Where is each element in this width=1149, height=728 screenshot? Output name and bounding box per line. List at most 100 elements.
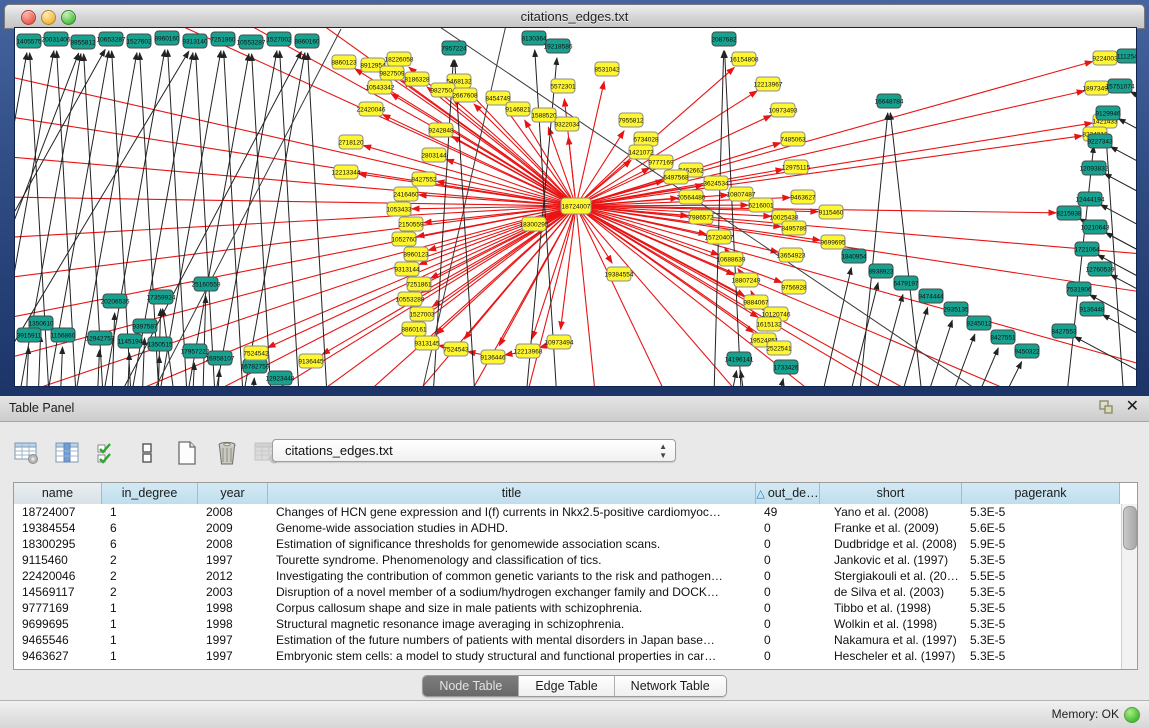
graph-node-label: 8427551 xyxy=(990,334,1016,341)
graph-node-label: 1112547 xyxy=(1117,53,1136,60)
column-header-name[interactable]: name xyxy=(14,483,102,504)
table-cell: 1998 xyxy=(198,616,268,632)
table-row[interactable]: 1830029562008Estimation of significance … xyxy=(14,536,1122,552)
table-row[interactable]: 1938455462009Genome-wide association stu… xyxy=(14,520,1122,536)
graph-node-label: 6216001 xyxy=(748,202,774,209)
graph-edge xyxy=(251,378,254,386)
tab-node-table[interactable]: Node Table xyxy=(423,676,519,696)
graph-node-label: 3624534 xyxy=(703,180,729,187)
select-rows-button[interactable] xyxy=(94,440,120,466)
graph-node-label: 12213968 xyxy=(514,348,543,355)
graph-node-label: 9463627 xyxy=(790,194,816,201)
graph-node-label: 8495789 xyxy=(781,225,807,232)
node-table: namein_degreeyeartitle△out_de…shortpager… xyxy=(13,482,1138,670)
network-window-frame: citations_edges.txt 18724007886012389129… xyxy=(0,0,1149,396)
table-row[interactable]: 2242004622012Investigating the contribut… xyxy=(14,568,1122,584)
graph-node-label: 17957222 xyxy=(181,348,210,355)
select-columns-button[interactable] xyxy=(54,440,80,466)
table-cell: 5.3E-5 xyxy=(962,632,1120,648)
graph-node-label: 9777169 xyxy=(648,159,674,166)
table-cell: 2008 xyxy=(198,504,268,520)
vertical-scrollbar[interactable] xyxy=(1121,504,1137,669)
graph-node-label: 1145194 xyxy=(118,338,143,345)
graph-node-label: 9699695 xyxy=(820,239,846,246)
scrollbar-thumb[interactable] xyxy=(1123,506,1137,550)
graph-node-label: 7251860 xyxy=(210,36,236,43)
graph-node-label: 7251861 xyxy=(406,281,432,288)
graph-node-label: 7957224 xyxy=(441,45,467,52)
table-row[interactable]: 1456911722003Disruption of a novel membe… xyxy=(14,584,1122,600)
graph-node-label: 7531906 xyxy=(1066,286,1092,293)
float-panel-icon[interactable] xyxy=(1098,399,1114,415)
graph-edge xyxy=(424,206,576,321)
table-cell: Jankovic et al. (1997) xyxy=(820,552,962,568)
memory-status-indicator[interactable] xyxy=(1124,707,1140,723)
graph-node-label: 2087682 xyxy=(711,36,737,43)
table-cell: Wolkin et al. (1998) xyxy=(820,616,962,632)
graph-node-label: 8454749 xyxy=(485,95,511,102)
graph-node-label: 7524543 xyxy=(443,346,469,353)
graph-node-label: 2718120 xyxy=(338,139,364,146)
table-header-row: namein_degreeyeartitle△out_de…shortpager… xyxy=(14,483,1137,505)
table-cell: 2 xyxy=(102,568,198,584)
table-cell: 9115460 xyxy=(14,552,102,568)
tab-network-table[interactable]: Network Table xyxy=(615,676,726,696)
table-cell: 2 xyxy=(102,584,198,600)
row-height-button[interactable] xyxy=(134,440,160,466)
table-cell: 18724007 xyxy=(14,504,102,520)
graph-node-label: 8215938 xyxy=(1056,210,1082,217)
network-canvas[interactable]: 1872400788601238912954182260589827509818… xyxy=(14,27,1137,387)
column-header-title[interactable]: title xyxy=(268,483,756,504)
column-header-in_degree[interactable]: in_degree xyxy=(102,483,198,504)
delete-trash-icon[interactable] xyxy=(214,440,240,466)
graph-node-label: 9136445 xyxy=(298,358,324,365)
graph-edge xyxy=(561,206,576,329)
graph-node-label: 8531042 xyxy=(594,66,620,73)
graph-node-label: 9322034 xyxy=(554,121,580,128)
graph-node-label: 12093832 xyxy=(1080,165,1109,172)
column-header-short[interactable]: short xyxy=(820,483,962,504)
graph-node-label: 18300295 xyxy=(520,221,549,228)
table-cell: 5.3E-5 xyxy=(962,616,1120,632)
table-settings-button[interactable] xyxy=(14,440,40,466)
table-cell: Estimation of the future numbers of pati… xyxy=(268,632,756,648)
table-row[interactable]: 946362711997Embryonic stem cells: a mode… xyxy=(14,648,1122,664)
graph-node-label: 8938923 xyxy=(868,268,894,275)
table-cell: 0 xyxy=(756,600,820,616)
table-cell: 18300295 xyxy=(14,536,102,552)
table-row[interactable]: 946554611997Estimation of the future num… xyxy=(14,632,1122,648)
graph-edge xyxy=(111,206,576,386)
graph-edge xyxy=(1106,133,1126,386)
table-cell: 0 xyxy=(756,520,820,536)
table-cell: 1997 xyxy=(198,648,268,664)
window-titlebar[interactable]: citations_edges.txt xyxy=(4,4,1145,29)
table-row[interactable]: 977716911998Corpus callosum shape and si… xyxy=(14,600,1122,616)
table-row[interactable]: 911546021997Tourette syndrome. Phenomeno… xyxy=(14,552,1122,568)
graph-node-label: 8960123 xyxy=(403,251,429,258)
graph-edge xyxy=(576,206,778,252)
graph-edge xyxy=(1111,275,1136,344)
graph-edge xyxy=(576,82,604,206)
graph-edge xyxy=(15,206,576,331)
graph-edge xyxy=(196,53,217,386)
table-cell: 9463627 xyxy=(14,648,102,664)
table-cell: Estimation of significance thresholds fo… xyxy=(268,536,756,552)
tab-edge-table[interactable]: Edge Table xyxy=(519,676,614,696)
close-panel-icon[interactable]: ✕ xyxy=(1126,399,1139,415)
table-row[interactable]: 1872400712008Changes of HCN gene express… xyxy=(14,504,1122,520)
graph-edge xyxy=(224,51,245,386)
table-cell: Stergiakouli et al. (2012) xyxy=(820,568,962,584)
graph-node-label: 1405575 xyxy=(16,38,42,45)
graph-node-label: 18226058 xyxy=(385,56,414,63)
table-cell: 19384554 xyxy=(14,520,102,536)
graph-node-label: 15720407 xyxy=(705,234,734,241)
graph-edge xyxy=(890,113,926,386)
column-header-out_de[interactable]: △out_de… xyxy=(756,483,820,504)
table-row[interactable]: 969969511998Structural magnetic resonanc… xyxy=(14,616,1122,632)
column-header-pagerank[interactable]: pagerank xyxy=(962,483,1120,504)
new-table-icon[interactable] xyxy=(174,440,200,466)
column-header-year[interactable]: year xyxy=(198,483,268,504)
table-selector-dropdown[interactable]: citations_edges.txt ▲▼ xyxy=(272,439,676,462)
table-cell: 5.3E-5 xyxy=(962,648,1120,664)
table-cell: 0 xyxy=(756,568,820,584)
